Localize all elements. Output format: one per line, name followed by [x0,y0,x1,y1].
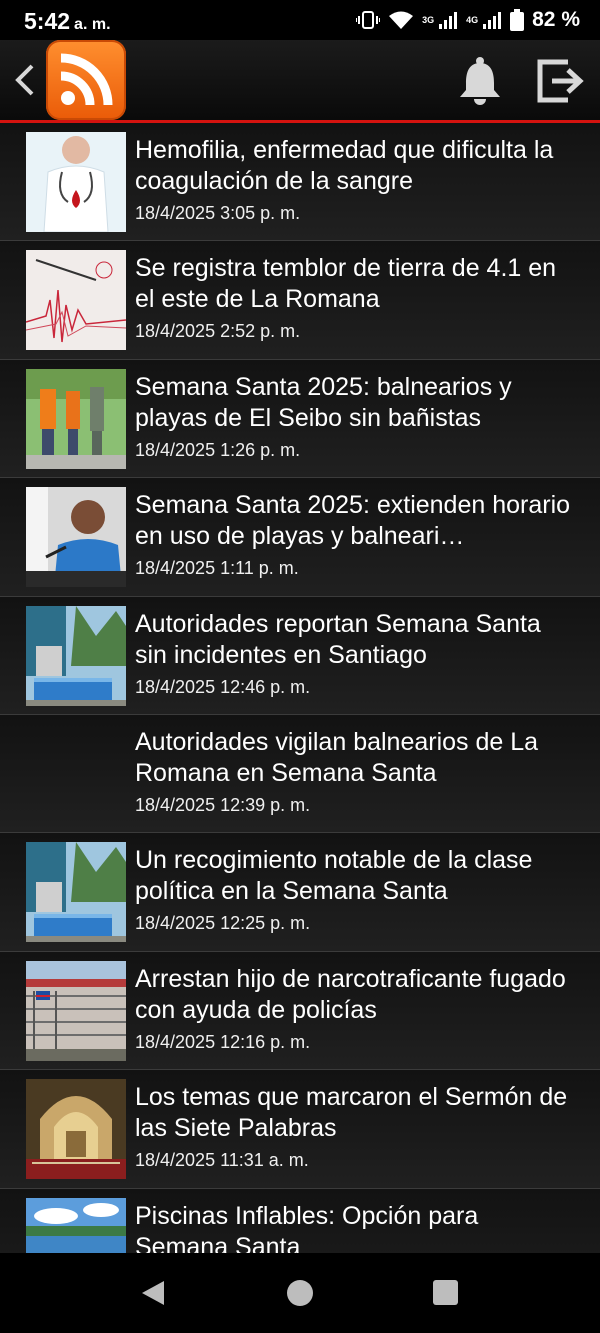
back-button[interactable] [10,60,40,100]
news-thumbnail [26,842,126,943]
nav-recents-icon[interactable] [433,1280,458,1305]
rss-icon [60,53,113,106]
news-thumbnail [26,1197,126,1253]
news-thumbnail [26,250,126,351]
news-title: Autoridades vigilan balnearios de La Rom… [135,727,539,787]
news-thumbnail [26,1079,126,1180]
status-time: 5:42 a. m. [24,8,111,35]
news-date: 18/4/2025 2:52 p. m. [135,321,301,342]
news-item[interactable]: Piscinas Inflables: Opción para Semana S… [0,1188,600,1253]
nav-home-icon[interactable] [287,1280,313,1306]
news-item[interactable]: Arrestan hijo de narcotraficante fugado … [0,951,600,1071]
system-navigation-bar [0,1253,600,1333]
news-date: 18/4/2025 1:26 p. m. [135,439,301,460]
news-title: Se registra temblor de tierra de 4.1 en … [135,254,557,314]
exit-button[interactable] [534,56,586,106]
wifi-icon [389,11,414,29]
news-date: 18/4/2025 11:31 a. m. [135,1150,309,1171]
status-bar: 5:42 a. m. 3G 4G 82 % [0,0,600,40]
news-title: Piscinas Inflables: Opción para Semana S… [135,1201,479,1253]
clock-ampm: a. m. [74,16,111,33]
news-title: Arrestan hijo de narcotraficante fugado … [135,964,566,1024]
news-item[interactable]: Autoridades vigilan balnearios de La Rom… [0,714,600,834]
news-item[interactable]: Hemofilia, enfermedad que dificulta la c… [0,123,600,242]
news-date: 18/4/2025 12:25 p. m. [135,913,311,934]
nav-back-icon[interactable] [140,1279,166,1307]
signal-3g-icon [439,12,458,29]
news-item[interactable]: Los temas que marcaron el Sermón de las … [0,1070,600,1189]
news-date: 18/4/2025 1:11 p. m. [135,558,299,579]
news-title: Hemofilia, enfermedad que dificulta la c… [135,136,554,195]
news-thumbnail [26,132,126,232]
news-item[interactable]: Semana Santa 2025: balnearios y playas d… [0,359,600,479]
news-date: 18/4/2025 12:39 p. m. [135,794,311,815]
news-thumbnail [26,487,126,588]
news-item[interactable]: Autoridades reportan Semana Santa sin in… [0,596,600,715]
news-date: 18/4/2025 3:05 p. m. [135,203,301,223]
news-thumbnail [26,368,126,469]
news-item[interactable]: Semana Santa 2025: extienden horario en … [0,478,600,597]
status-icons: 3G 4G 82 % [356,8,580,32]
news-title: Semana Santa 2025: balnearios y playas d… [135,372,512,432]
news-feed-list[interactable]: Hemofilia, enfermedad que dificulta la c… [0,123,600,1253]
exit-icon [537,59,584,103]
app-bar [0,40,600,120]
chevron-left-icon [15,64,34,96]
app-logo [46,40,126,120]
bell-icon [460,57,500,105]
news-item[interactable]: Se registra temblor de tierra de 4.1 en … [0,241,600,360]
network-4g-label: 4G [466,15,479,25]
news-date: 18/4/2025 12:16 p. m. [135,1031,311,1052]
news-thumbnail-empty [26,724,126,824]
clock-time: 5:42 [24,8,71,34]
news-title: Semana Santa 2025: extienden horario en … [135,491,571,551]
news-thumbnail [26,960,126,1061]
battery-percent: 82 % [532,8,580,31]
news-title: Los temas que marcaron el Sermón de las … [135,1083,568,1143]
news-item[interactable]: Un recogimiento notable de la clase polí… [0,833,600,952]
vibrate-icon [356,11,381,29]
signal-4g-icon [483,12,502,29]
battery-icon [510,9,525,31]
news-title: Autoridades reportan Semana Santa sin in… [135,609,541,669]
network-3g-label: 3G [422,15,435,25]
notifications-button[interactable] [456,56,504,106]
news-title: Un recogimiento notable de la clase polí… [135,846,533,906]
news-thumbnail [26,605,126,706]
news-date: 18/4/2025 12:46 p. m. [135,676,311,697]
